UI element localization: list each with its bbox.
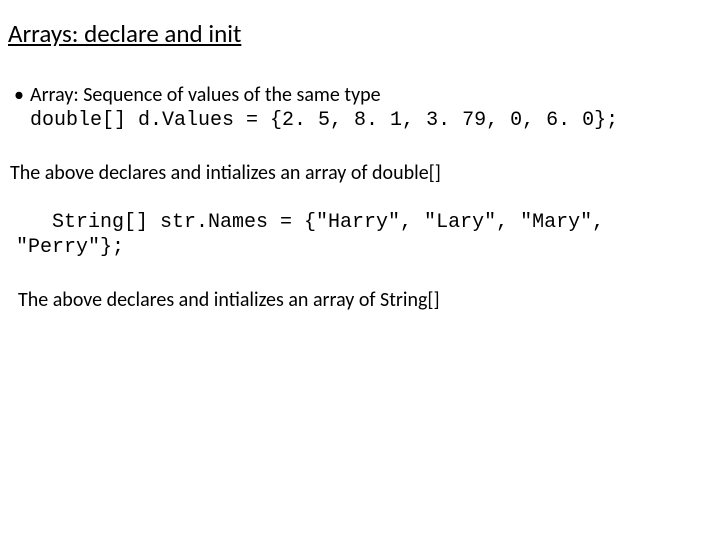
code-snippet-1: double[] d.Values = {2. 5, 8. 1, 3. 79, … — [30, 109, 710, 133]
bullet-marker: • — [14, 83, 30, 107]
slide-title: Arrays: declare and init — [8, 18, 710, 49]
paragraph-2: The above declares and intializes an arr… — [18, 288, 710, 313]
code-line: String[] str.Names = {"Harry", "Lary", "… — [16, 210, 710, 235]
bullet-item: • Array: Sequence of values of the same … — [14, 83, 710, 107]
code-line: "Perry"}; — [16, 235, 710, 260]
paragraph-1: The above declares and intializes an arr… — [10, 161, 710, 186]
code-snippet-2: String[] str.Names = {"Harry", "Lary", "… — [16, 210, 710, 260]
bullet-text: Array: Sequence of values of the same ty… — [30, 83, 381, 107]
